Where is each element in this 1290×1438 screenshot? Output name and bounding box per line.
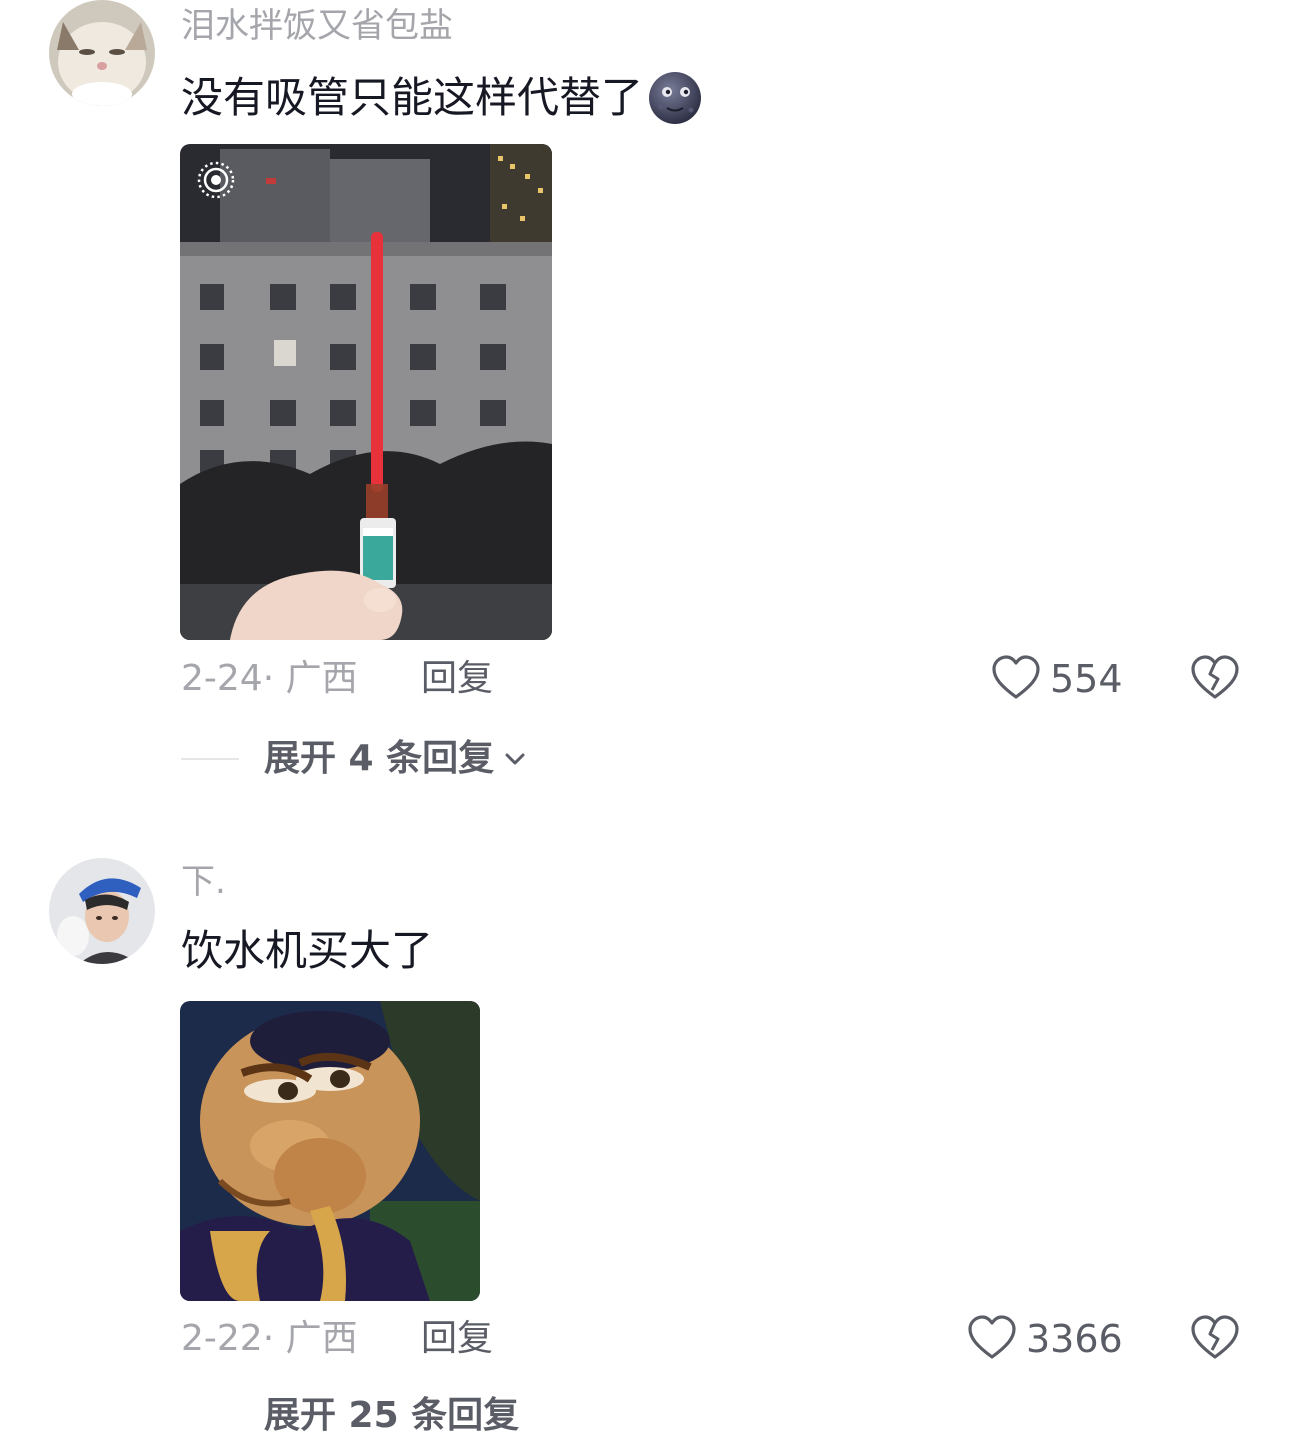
broken-heart-icon[interactable] xyxy=(1190,1314,1240,1362)
avatar[interactable] xyxy=(49,0,155,106)
expand-divider xyxy=(181,758,239,760)
comment-image[interactable] xyxy=(180,1001,480,1301)
comment-time-location: 2-22· 广西 xyxy=(181,1318,358,1359)
comment-username[interactable]: 下. xyxy=(181,862,226,902)
reply-button[interactable]: 回复 xyxy=(421,657,493,701)
expand-replies-button[interactable]: 展开 4 条回复 xyxy=(264,737,528,781)
expand-replies-label: 展开 25 条回复 xyxy=(264,1395,520,1436)
broken-heart-icon[interactable] xyxy=(1190,654,1240,702)
comment-username[interactable]: 泪水拌饭又省包盐 xyxy=(181,6,453,46)
heart-outline-icon[interactable] xyxy=(967,1314,1017,1362)
expand-replies-button[interactable]: 展开 25 条回复 xyxy=(264,1394,519,1438)
comment-time-location: 2-24· 广西 xyxy=(181,658,358,699)
like-count: 3366 xyxy=(1026,1317,1123,1361)
comment-image[interactable] xyxy=(180,144,552,640)
like-count: 554 xyxy=(1050,657,1123,701)
live-photo-icon xyxy=(196,160,236,200)
comment-text: 饮水机买大了 xyxy=(181,926,434,975)
chevron-down-icon xyxy=(502,746,528,772)
heart-outline-icon[interactable] xyxy=(991,654,1041,702)
avatar[interactable] xyxy=(49,858,155,964)
comment-text: 没有吸管只能这样代替了 xyxy=(181,73,644,122)
new-moon-face-emoji-icon xyxy=(647,70,703,126)
expand-replies-label: 展开 4 条回复 xyxy=(264,738,495,779)
comment-body: 没有吸管只能这样代替了 xyxy=(181,70,703,126)
reply-button[interactable]: 回复 xyxy=(421,1317,493,1361)
